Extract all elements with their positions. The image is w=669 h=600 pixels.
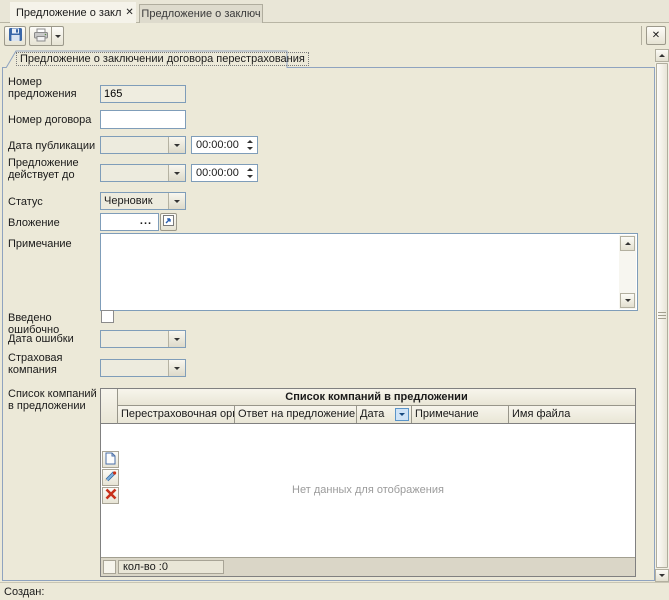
chevron-down-icon[interactable]: [168, 193, 185, 209]
scroll-up-icon[interactable]: [620, 236, 635, 251]
publication-date-label: Дата публикации: [8, 140, 98, 152]
tab-proposal-inactive[interactable]: Предложение о заключ: [139, 4, 263, 23]
proposal-number-field[interactable]: [100, 85, 186, 103]
column-header-filename[interactable]: Имя файла: [509, 406, 635, 423]
tab-label: Предложение о закл: [16, 7, 121, 19]
valid-until-time-spinner[interactable]: 00:00:00: [191, 164, 258, 182]
insurance-company-combobox[interactable]: [100, 359, 186, 377]
save-button[interactable]: [4, 26, 26, 46]
combobox-value: Черновик: [104, 195, 167, 207]
close-icon: ✕: [652, 30, 660, 41]
scrollbar-thumb[interactable]: [656, 63, 668, 568]
column-header-reinsurer[interactable]: Перестраховочная орган: [118, 406, 235, 423]
scroll-down-icon[interactable]: [655, 569, 669, 582]
note-scrollbar[interactable]: [619, 235, 636, 309]
vertical-scrollbar[interactable]: [655, 49, 669, 582]
column-header-note[interactable]: Примечание: [412, 406, 509, 423]
chevron-down-icon[interactable]: [168, 137, 185, 153]
tab-close-icon[interactable]: ✕: [125, 7, 133, 18]
arrow-up-right-icon: [163, 215, 174, 229]
proposal-number-label: Номер предложения: [8, 76, 98, 100]
print-button[interactable]: [29, 26, 51, 46]
attachment-browse-button[interactable]: ...: [137, 215, 155, 229]
tab-proposal-active[interactable]: Предложение о закл ✕: [10, 2, 136, 23]
chevron-down-icon: [55, 35, 61, 38]
error-date-combobox[interactable]: [100, 330, 186, 348]
scroll-up-icon[interactable]: [655, 49, 669, 62]
publication-date-combobox[interactable]: [100, 136, 186, 154]
time-value: 00:00:00: [196, 139, 239, 151]
document-tab-strip: Предложение о закл ✕ Предложение о заклю…: [0, 0, 669, 23]
date-filter-button[interactable]: [395, 408, 409, 421]
save-icon: [8, 27, 23, 45]
grid-footer: кол-во :0: [101, 557, 635, 576]
chevron-down-icon[interactable]: [168, 331, 185, 347]
companies-grid: Список компаний в предложении Перестрахо…: [100, 388, 636, 577]
chevron-down-icon[interactable]: [168, 360, 185, 376]
note-label: Примечание: [8, 238, 98, 250]
chevron-down-icon[interactable]: [168, 165, 185, 181]
attachment-label: Вложение: [8, 217, 98, 229]
valid-until-combobox[interactable]: [100, 164, 186, 182]
grid-footer-indicator: [103, 560, 116, 574]
print-options-dropdown[interactable]: [51, 26, 64, 46]
status-created-text: Создан:: [4, 586, 44, 598]
scrollbar-grip: [658, 312, 666, 320]
grid-group-header: Список компаний в предложении: [118, 389, 635, 406]
grid-indicator-column: [101, 389, 118, 424]
column-header-date[interactable]: Дата: [357, 406, 412, 423]
entered-erroneously-checkbox[interactable]: [101, 310, 114, 323]
spinner-arrows-icon[interactable]: [247, 137, 253, 153]
contract-number-label: Номер договора: [8, 114, 98, 126]
status-label: Статус: [8, 196, 98, 208]
new-document-icon: [105, 452, 116, 468]
form-tab[interactable]: Предложение о заключении договора перест…: [16, 52, 309, 66]
tab-label: Предложение о заключ: [141, 8, 260, 20]
note-textarea-frame: [100, 233, 638, 311]
spinner-arrows-icon[interactable]: [247, 165, 253, 181]
insurance-company-label: Страховая компания: [8, 352, 98, 376]
column-header-response[interactable]: Ответ на предложение: [235, 406, 357, 423]
add-row-button[interactable]: [102, 451, 119, 468]
toolbar-separator: [641, 26, 642, 45]
time-value: 00:00:00: [196, 167, 239, 179]
printer-icon: [33, 28, 49, 45]
application-window: Предложение о закл ✕ Предложение о заклю…: [0, 0, 669, 600]
valid-until-label: Предложение действует до: [8, 157, 98, 181]
close-view-button[interactable]: ✕: [646, 26, 666, 45]
status-bar: Создан:: [0, 582, 669, 600]
grid-column-headers: Перестраховочная орган Ответ на предложе…: [118, 406, 635, 424]
grid-body: Нет данных для отображения: [101, 424, 635, 557]
scroll-down-icon[interactable]: [620, 293, 635, 308]
error-date-label: Дата ошибки: [8, 333, 98, 345]
status-combobox[interactable]: Черновик: [100, 192, 186, 210]
grid-row-count: кол-во :0: [118, 560, 224, 574]
publication-time-spinner[interactable]: 00:00:00: [191, 136, 258, 154]
companies-list-label: Список компаний в предложении: [8, 388, 98, 412]
note-textarea[interactable]: [102, 235, 620, 309]
grid-empty-message: Нет данных для отображения: [101, 484, 635, 496]
attachment-open-button[interactable]: [160, 213, 177, 231]
contract-number-field[interactable]: [100, 110, 186, 129]
